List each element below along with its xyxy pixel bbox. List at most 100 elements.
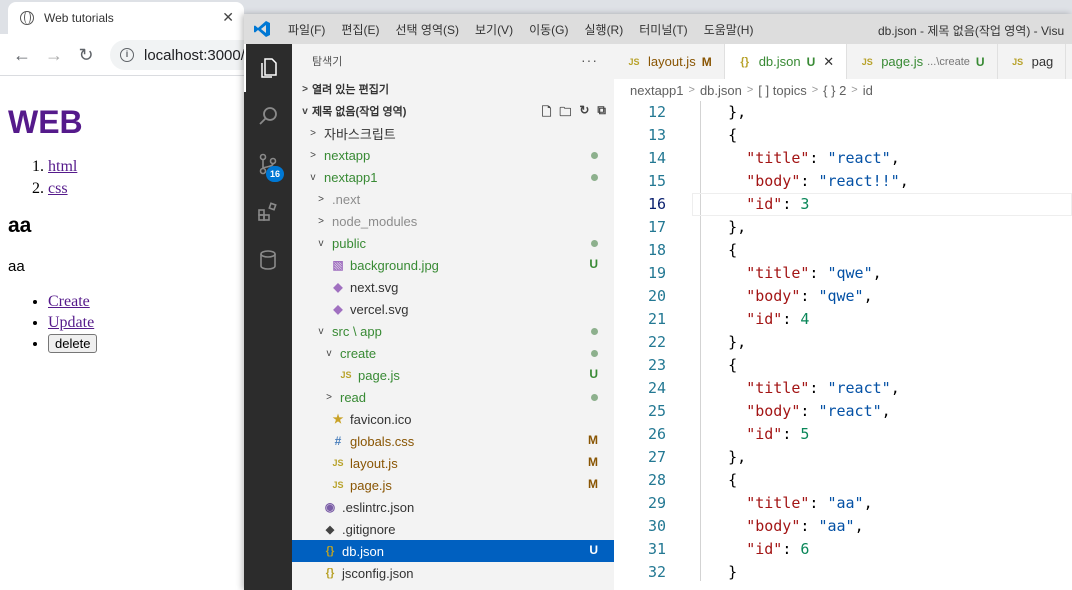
code-token: }, <box>692 333 747 351</box>
workspace-section[interactable]: v 제목 없음(작업 영역) 🗋 🗀 ↻ ⧉ <box>292 100 614 122</box>
topic-link-html[interactable]: html <box>48 158 77 175</box>
code-text: "body": "qwe", <box>692 285 872 308</box>
tree-item[interactable]: > .next <box>292 188 614 210</box>
explorer-title: 탐색기 <box>312 56 343 68</box>
js-file-icon: JS <box>332 480 344 490</box>
menu-item[interactable]: 보기(V) <box>467 21 521 38</box>
browser-tab[interactable]: Web tutorials ✕ <box>8 2 244 34</box>
tree-item[interactable]: v src \ app <box>292 320 614 342</box>
close-tab-icon[interactable]: ✕ <box>222 9 234 26</box>
menu-item[interactable]: 터미널(T) <box>631 21 695 38</box>
menu-item[interactable]: 도움말(H) <box>696 21 762 38</box>
forward-arrow-icon[interactable]: → <box>42 43 66 67</box>
json-file-icon: {} <box>325 567 335 579</box>
code-token: } <box>692 563 738 581</box>
git-status-badge: M <box>588 433 598 447</box>
more-actions-icon[interactable]: ··· <box>581 52 598 68</box>
tree-item-label: favicon.ico <box>350 411 412 427</box>
chevron-right-icon: > <box>318 193 324 205</box>
breadcrumb-item[interactable]: db.json <box>700 83 742 98</box>
tree-item[interactable]: > nextapp <box>292 144 614 166</box>
explorer-icon[interactable] <box>244 44 292 92</box>
menu-item[interactable]: 편집(E) <box>333 21 387 38</box>
topic-link-css[interactable]: css <box>48 180 68 197</box>
collapse-all-icon[interactable]: ⧉ <box>597 103 606 124</box>
search-icon[interactable] <box>244 92 292 140</box>
tree-item[interactable]: ▧ background.jpg U <box>292 254 614 276</box>
open-editors-section[interactable]: > 열려 있는 편집기 <box>292 78 614 100</box>
tree-item[interactable]: v create <box>292 342 614 364</box>
tree-item[interactable]: > node_modules <box>292 210 614 232</box>
code-line: 18 { <box>614 239 1072 262</box>
refresh-icon[interactable]: ↻ <box>579 103 589 124</box>
code-text: "id": 5 <box>692 423 809 446</box>
info-icon[interactable]: i <box>120 48 134 62</box>
editor-tab[interactable]: JS page.js ...\create U <box>847 44 998 79</box>
tree-item[interactable]: {} db.json U <box>292 540 614 562</box>
code-token: "aa" <box>827 494 864 512</box>
update-link[interactable]: Update <box>48 314 94 331</box>
create-link[interactable]: Create <box>48 293 90 310</box>
menu-item[interactable]: 선택 영역(S) <box>387 21 467 38</box>
tree-item[interactable]: ◆ .gitignore <box>292 518 614 540</box>
back-arrow-icon[interactable]: ← <box>10 43 34 67</box>
new-folder-icon[interactable]: 🗀 <box>559 103 571 124</box>
page-title[interactable]: WEB <box>8 104 236 140</box>
code-token: : <box>809 264 828 282</box>
code-token: : <box>800 287 819 305</box>
close-icon[interactable]: ✕ <box>823 54 834 70</box>
breadcrumb-item[interactable]: id <box>863 83 873 98</box>
editor-tab[interactable]: {} db.json U ✕ <box>724 44 848 79</box>
tree-item[interactable]: > read <box>292 386 614 408</box>
code-token: , <box>881 402 891 420</box>
code-line: 32 } <box>614 561 1072 584</box>
line-number: 27 <box>647 448 666 466</box>
breadcrumb-item[interactable]: [ ] topics <box>758 83 806 98</box>
tree-item[interactable]: ★ favicon.ico <box>292 408 614 430</box>
chevron-down-icon: v <box>302 105 308 117</box>
menu-item[interactable]: 파일(F) <box>280 21 333 38</box>
tree-item[interactable]: ◉ .eslintrc.json <box>292 496 614 518</box>
tree-item-label: .gitignore <box>342 521 396 537</box>
breadcrumb-item[interactable]: { } 2 <box>823 83 846 98</box>
tree-item[interactable]: JS page.js M <box>292 474 614 496</box>
editor-tab-label: layout.js <box>648 54 696 69</box>
extensions-icon[interactable] <box>244 188 292 236</box>
source-control-icon[interactable]: 16 <box>244 140 292 188</box>
line-number: 14 <box>647 149 666 167</box>
code-line: 30 "body": "aa", <box>614 515 1072 538</box>
breadcrumb-item[interactable]: nextapp1 <box>630 83 684 98</box>
tree-item[interactable]: ◆ vercel.svg <box>292 298 614 320</box>
line-number: 31 <box>647 540 666 558</box>
home-link[interactable]: WEB <box>8 104 83 140</box>
menu-item[interactable]: 이동(G) <box>521 21 576 38</box>
tree-item[interactable]: JS page.js U <box>292 364 614 386</box>
window-title: db.json - 제목 없음(작업 영역) - Visu <box>878 24 1065 38</box>
editor-tab[interactable]: JS layout.js M <box>614 44 725 79</box>
code-token: "react" <box>827 379 891 397</box>
tree-item-label: db.json <box>342 543 384 559</box>
code-editor[interactable]: 12 }, 13 {14 "title": "react", 15 "body": … <box>614 101 1072 584</box>
code-text: { <box>692 354 737 377</box>
explorer-header: 탐색기 ··· <box>292 44 614 78</box>
tree-item[interactable]: # globals.css M <box>292 430 614 452</box>
editor-tab[interactable]: JS pag <box>998 44 1067 79</box>
reload-icon[interactable]: ↻ <box>74 43 98 67</box>
menu-item[interactable]: 실행(R) <box>576 21 631 38</box>
line-number: 17 <box>647 218 666 236</box>
tree-item[interactable]: > 자바스크립트 <box>292 122 614 144</box>
delete-button[interactable]: delete <box>48 334 98 353</box>
new-file-icon[interactable]: 🗋 <box>542 103 552 124</box>
tree-item[interactable]: JS layout.js M <box>292 452 614 474</box>
tree-item[interactable]: v public <box>292 232 614 254</box>
database-icon[interactable] <box>244 236 292 284</box>
tree-item[interactable]: v nextapp1 <box>292 166 614 188</box>
chevron-right-icon: > <box>302 83 308 95</box>
tree-item[interactable]: {} jsconfig.json <box>292 562 614 584</box>
tree-item[interactable]: ◆ next.svg <box>292 276 614 298</box>
line-number: 12 <box>647 103 666 121</box>
